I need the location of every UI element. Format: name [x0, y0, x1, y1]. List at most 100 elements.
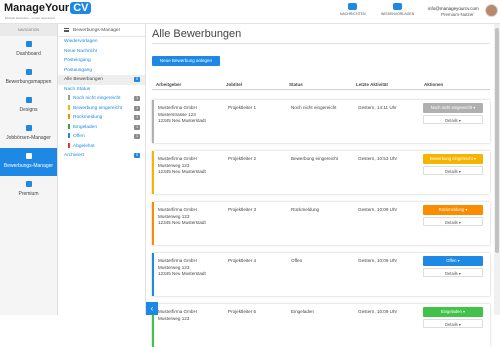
sidebar-item-application-manager[interactable]: Bewerbungs-Manager — [0, 148, 57, 176]
subnav-item-label: Posteingang — [64, 58, 91, 63]
user-icon — [25, 41, 32, 47]
status-color-marker — [68, 104, 70, 110]
subnav-item[interactable]: Noch nicht eingereicht 1 — [58, 94, 145, 104]
subnav-item-label: Neue Nachricht — [64, 48, 98, 54]
avatar[interactable] — [485, 4, 498, 17]
user-email[interactable]: info@manageyourcv.com — [428, 6, 479, 11]
count-badge: 1 — [134, 96, 140, 101]
subnav-item-label: Abgelehnt — [73, 143, 95, 149]
count-badge: 0 — [134, 153, 140, 158]
details-button[interactable]: Details ▾ — [423, 217, 483, 226]
subnav-item[interactable]: Offen 1 — [58, 132, 145, 142]
last-activity: Gestern, 10:53 Uhr — [358, 156, 398, 161]
brand-logo[interactable]: ManageYour CV — [4, 2, 92, 14]
subnav-item[interactable]: Wiedervorlagen — [58, 37, 145, 47]
count-badge: 1 — [134, 124, 140, 130]
last-activity: Gestern, 10:09 Uhr — [358, 258, 398, 263]
subnav-item-label: Nach Status — [64, 86, 91, 92]
subnav-item[interactable]: Postausgang — [58, 66, 145, 76]
subnav-item[interactable]: Eingeladen 1 — [58, 123, 145, 133]
status-action-button[interactable]: Eingeladen ▾ — [423, 307, 483, 317]
status-text: Noch nicht eingereicht — [291, 105, 337, 110]
application-card: Musterfirma GmbH Musterstrasse 123 12345 N… — [152, 100, 490, 143]
employer-address: Musterfirma GmbH Musterweg 123 — [158, 309, 197, 322]
application-card: Musterfirma GmbH Musterweg 123 Projektleit… — [152, 304, 490, 347]
status-text: Rückmeldung — [291, 207, 320, 212]
sidebar-item-dashboard[interactable]: Dashboard — [0, 36, 57, 64]
job-title: Projektleiter 5 — [228, 309, 257, 314]
status-color-marker — [68, 123, 70, 129]
status-action-button[interactable]: Offen ▾ — [423, 256, 483, 266]
subnav-item[interactable]: Abgelehnt — [58, 142, 145, 152]
collapse-sidebar-button[interactable]: ‹ — [146, 302, 158, 315]
user-plan: Premium-Nutzer — [441, 12, 474, 17]
sub-navigation: Bewerbungs-Manager Wiedervorlagen Neue Na… — [58, 24, 146, 315]
details-button[interactable]: Details ▾ — [423, 268, 483, 277]
status-color-marker — [68, 133, 70, 139]
book-icon — [393, 3, 403, 10]
subnav-title: Bewerbungs-Manager — [73, 28, 121, 33]
subnav-item-label: Postausgang — [64, 67, 93, 73]
new-application-button[interactable]: Neue Bewerbung anlegen — [152, 56, 220, 66]
column-header-job-title[interactable]: Jobtitel — [226, 82, 242, 87]
subnav-item-label: Archiviert — [64, 153, 84, 158]
details-button[interactable]: Details ▾ — [423, 115, 483, 124]
nav-templates[interactable]: WISSENVORLAGEN — [381, 3, 414, 16]
subnav-item[interactable]: Neue Nachricht — [58, 47, 145, 57]
subnav-item[interactable]: Rückmeldung 1 — [58, 113, 145, 123]
briefcase-icon — [25, 125, 32, 131]
employer-address: Musterfirma GmbH Musterweg 123 12345 Neu M… — [158, 156, 206, 176]
count-badge: 1 — [134, 105, 140, 111]
employer-address: Musterfirma GmbH Musterweg 123 12345 Neu M… — [158, 207, 206, 227]
details-button[interactable]: Details ▾ — [423, 166, 483, 175]
details-button[interactable]: Details ▾ — [423, 319, 483, 328]
subnav-item[interactable]: Bewerbung eingereicht 1 — [58, 104, 145, 114]
sidebar-item-label: Jobbörsen-Manager — [6, 135, 51, 141]
subnav-item-label: Bewerbung eingereicht — [73, 105, 123, 111]
column-header-last-activity[interactable]: Letzte Aktivität — [356, 82, 388, 87]
subnav-item[interactable]: Nach Status — [58, 85, 145, 95]
status-action-button[interactable]: Noch nicht eingereicht ▾ — [423, 103, 483, 113]
count-badge: 1 — [134, 134, 140, 139]
status-text: Eingeladen — [291, 309, 314, 314]
page-title: Alle Bewerbungen — [152, 28, 242, 40]
menu-icon[interactable] — [64, 28, 69, 32]
employer-address: Musterfirma GmbH Musterweg 123 12345 Neu M… — [158, 258, 206, 278]
scrollbar-thumb[interactable] — [495, 28, 499, 253]
subnav-item[interactable]: Posteingang — [58, 56, 145, 66]
document-icon — [25, 69, 32, 75]
scrollbar[interactable] — [494, 24, 500, 315]
divider — [152, 89, 490, 90]
status-color-marker — [68, 114, 70, 120]
employer-address-line: 12345 Neu Musterstadt — [158, 271, 206, 276]
job-title: Projektleiter 3 — [228, 207, 257, 212]
nav-messages[interactable]: NACHRICHTEN — [340, 3, 365, 16]
brand-tagline: Einfach bewerben - immer organisiert — [5, 16, 55, 20]
chat-icon — [348, 3, 358, 10]
column-header-employer[interactable]: Arbeitgeber — [156, 82, 181, 87]
count-badge: 1 — [134, 115, 140, 120]
divider — [152, 43, 490, 44]
column-header-status[interactable]: Status — [289, 82, 303, 87]
application-card: Musterfirma GmbH Musterweg 123 12345 Neu M… — [152, 253, 490, 296]
subnav-item[interactable]: Archiviert 0 — [58, 151, 145, 161]
sidebar-item-premium[interactable]: Premium — [0, 176, 57, 204]
subnav-item-label: Offen — [73, 134, 85, 139]
sidebar-item-application-folders[interactable]: Bewerbungsmappen — [0, 64, 57, 92]
application-card: Musterfirma GmbH Musterweg 123 12345 Neu M… — [152, 202, 490, 245]
sidebar-item-job-boards[interactable]: Jobbörsen-Manager — [0, 120, 57, 148]
employer-address: Musterfirma GmbH Musterstrasse 123 12345 N… — [158, 105, 206, 125]
sidebar-item-label: Dashboard — [16, 51, 41, 57]
status-action-button[interactable]: Bewerbung eingereicht ▾ — [423, 154, 483, 164]
subnav-item[interactable]: Alle Bewerbungen 5 — [58, 75, 145, 85]
employer-address-line: 12345 Neu Musterstadt — [158, 220, 206, 225]
sidebar-item-designs[interactable]: Designs — [0, 92, 57, 120]
last-activity: Gestern, 10:09 Uhr — [358, 309, 398, 314]
subnav-list: Wiedervorlagen Neue Nachricht Posteingang P… — [58, 37, 145, 161]
star-icon — [25, 181, 32, 187]
job-title: Projektleiter 4 — [228, 258, 257, 263]
subnav-item-label: Noch nicht eingereicht — [73, 96, 121, 101]
palette-icon — [25, 97, 32, 103]
top-bar: ManageYour CV Einfach bewerben - immer or… — [0, 0, 500, 24]
status-action-button[interactable]: Rückmeldung ▾ — [423, 205, 483, 215]
